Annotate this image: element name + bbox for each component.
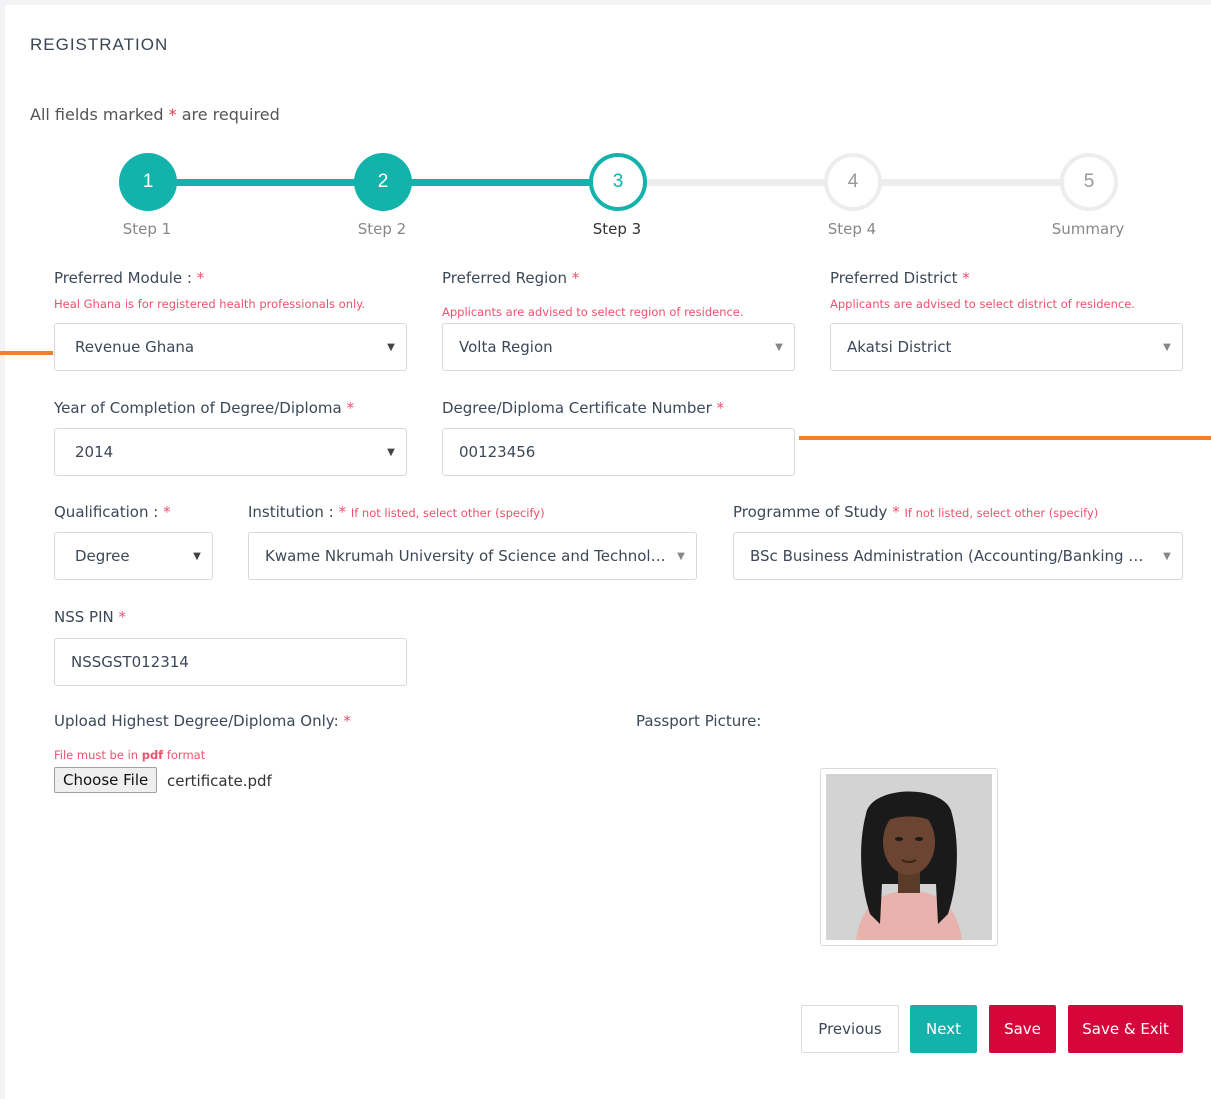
preferred-module-label: Preferred Module : * xyxy=(54,269,205,287)
qualification-label: Qualification : * xyxy=(54,503,171,521)
nss-pin-input[interactable]: NSSGST012314 xyxy=(54,638,407,686)
qualification-select[interactable]: Degree ▼ xyxy=(54,532,213,580)
passport-photo-image xyxy=(826,774,992,940)
preferred-region-hint: Applicants are advised to select region … xyxy=(442,305,744,319)
step-connector-1 xyxy=(148,179,383,186)
save-button[interactable]: Save xyxy=(989,1005,1056,1053)
chevron-down-icon: ▼ xyxy=(677,550,685,562)
programme-hint: If not listed, select other (specify) xyxy=(904,506,1099,520)
step-1-label: Step 1 xyxy=(122,220,172,238)
programme-label: Programme of Study * If not listed, sele… xyxy=(733,503,1099,521)
save-exit-button[interactable]: Save & Exit xyxy=(1068,1005,1183,1053)
chevron-down-icon: ▼ xyxy=(387,341,395,353)
upload-hint: File must be in pdf format xyxy=(54,748,206,762)
selected-file-name: certificate.pdf xyxy=(167,772,272,790)
nss-pin-label: NSS PIN * xyxy=(54,608,127,626)
chevron-down-icon: ▼ xyxy=(775,341,783,353)
chevron-down-icon: ▼ xyxy=(387,446,395,458)
year-completion-select[interactable]: 2014 ▼ xyxy=(54,428,407,476)
upload-label: Upload Highest Degree/Diploma Only: * xyxy=(54,712,351,730)
preferred-region-select[interactable]: Volta Region ▼ xyxy=(442,323,795,371)
step-2-circle[interactable]: 2 xyxy=(354,153,412,211)
institution-hint: If not listed, select other (specify) xyxy=(350,506,545,520)
step-3-circle[interactable]: 3 xyxy=(589,153,647,211)
year-completion-label: Year of Completion of Degree/Diploma * xyxy=(54,399,354,417)
preferred-region-label: Preferred Region * xyxy=(442,269,580,287)
preferred-module-hint: Heal Ghana is for registered health prof… xyxy=(54,297,366,311)
preferred-district-label: Preferred District * xyxy=(830,269,970,287)
institution-select[interactable]: Kwame Nkrumah University of Science and … xyxy=(248,532,697,580)
step-4-label: Step 4 xyxy=(827,220,877,238)
required-star: * xyxy=(168,105,177,124)
step-connector-3 xyxy=(618,179,853,186)
preferred-district-hint: Applicants are advised to select distric… xyxy=(830,297,1135,311)
chevron-down-icon: ▼ xyxy=(1163,341,1171,353)
certificate-number-input[interactable]: 00123456 xyxy=(442,428,795,476)
highlight-line-right xyxy=(799,436,1211,440)
required-note: All fields marked * are required xyxy=(30,105,280,124)
highlight-line-left xyxy=(0,351,53,355)
certificate-number-label: Degree/Diploma Certificate Number * xyxy=(442,399,725,417)
passport-photo[interactable] xyxy=(820,768,998,946)
step-4-circle[interactable]: 4 xyxy=(824,153,882,211)
step-5-label: Summary xyxy=(1051,220,1125,238)
previous-button[interactable]: Previous xyxy=(801,1005,899,1053)
step-connector-2 xyxy=(383,179,618,186)
chevron-down-icon: ▼ xyxy=(193,550,201,562)
preferred-district-select[interactable]: Akatsi District ▼ xyxy=(830,323,1183,371)
step-3-label: Step 3 xyxy=(592,220,642,238)
preferred-module-select[interactable]: Revenue Ghana ▼ xyxy=(54,323,407,371)
step-1-circle[interactable]: 1 xyxy=(119,153,177,211)
step-2-label: Step 2 xyxy=(357,220,407,238)
step-5-circle[interactable]: 5 xyxy=(1060,153,1118,211)
choose-file-button[interactable]: Choose File xyxy=(54,767,158,793)
next-button[interactable]: Next xyxy=(910,1005,977,1053)
page-title: REGISTRATION xyxy=(30,35,169,54)
chevron-down-icon: ▼ xyxy=(1163,550,1171,562)
registration-card: REGISTRATION All fields marked * are req… xyxy=(0,5,1211,1099)
programme-select[interactable]: BSc Business Administration (Accounting/… xyxy=(733,532,1183,580)
step-connector-4 xyxy=(853,179,1089,186)
passport-picture-label: Passport Picture: xyxy=(636,712,762,730)
institution-label: Institution : * If not listed, select ot… xyxy=(248,503,545,521)
portrait-illustration xyxy=(826,774,992,940)
